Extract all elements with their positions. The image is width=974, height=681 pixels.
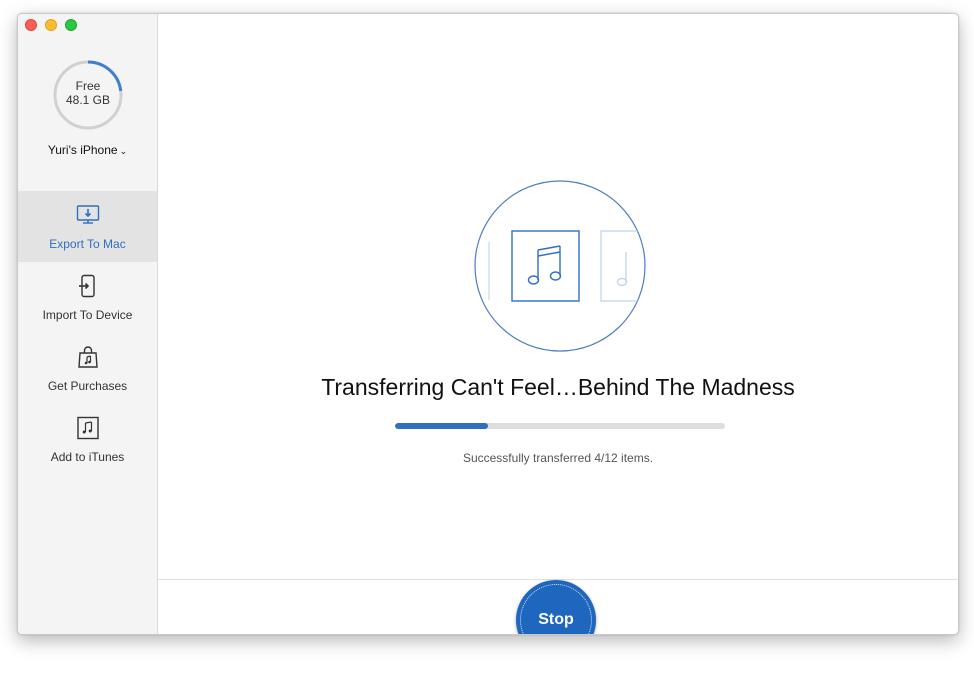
transfer-progress-fill [395, 423, 489, 429]
minimize-window-button[interactable] [45, 19, 57, 31]
music-transfer-icon [474, 180, 646, 352]
shopping-bag-music-icon [78, 346, 98, 368]
device-selector[interactable]: Yuri's iPhone ⌄ [18, 143, 157, 157]
sidebar-item-label: Export To Mac [49, 237, 126, 251]
storage-free-value: 48.1 GB [65, 93, 111, 107]
sidebar-item-add-to-itunes[interactable]: Add to iTunes [18, 404, 157, 475]
chevron-down-icon: ⌄ [119, 146, 128, 156]
app-window: Free 48.1 GB Yuri's iPhone ⌄ Export To Ma… [17, 13, 959, 635]
sidebar-item-export-to-mac[interactable]: Export To Mac [18, 191, 157, 262]
close-window-button[interactable] [25, 19, 37, 31]
sidebar-item-label: Import To Device [42, 308, 133, 322]
sidebar: Free 48.1 GB Yuri's iPhone ⌄ Export To Ma… [18, 14, 158, 634]
transfer-progress-bar [395, 423, 725, 429]
maximize-window-button[interactable] [65, 19, 77, 31]
device-name-label: Yuri's iPhone [47, 143, 118, 157]
transfer-title: Transferring Can't Feel…Behind The Madne… [321, 374, 795, 400]
storage-text: Free 48.1 GB [52, 79, 124, 107]
storage-free-label: Free [75, 79, 101, 93]
sidebar-item-label: Get Purchases [47, 379, 128, 393]
monitor-download-icon [76, 205, 100, 224]
sidebar-item-get-purchases[interactable]: Get Purchases [18, 333, 157, 404]
storage-ring: Free 48.1 GB [52, 59, 124, 131]
sidebar-item-label: Add to iTunes [50, 450, 125, 464]
main-panel: Transferring Can't Feel…Behind The Madne… [158, 14, 958, 634]
transfer-status: Successfully transferred 4/12 items. [462, 451, 654, 465]
music-note-file-icon [77, 416, 99, 440]
sidebar-item-import-to-device[interactable]: Import To Device [18, 262, 157, 333]
phone-import-icon [79, 274, 95, 298]
